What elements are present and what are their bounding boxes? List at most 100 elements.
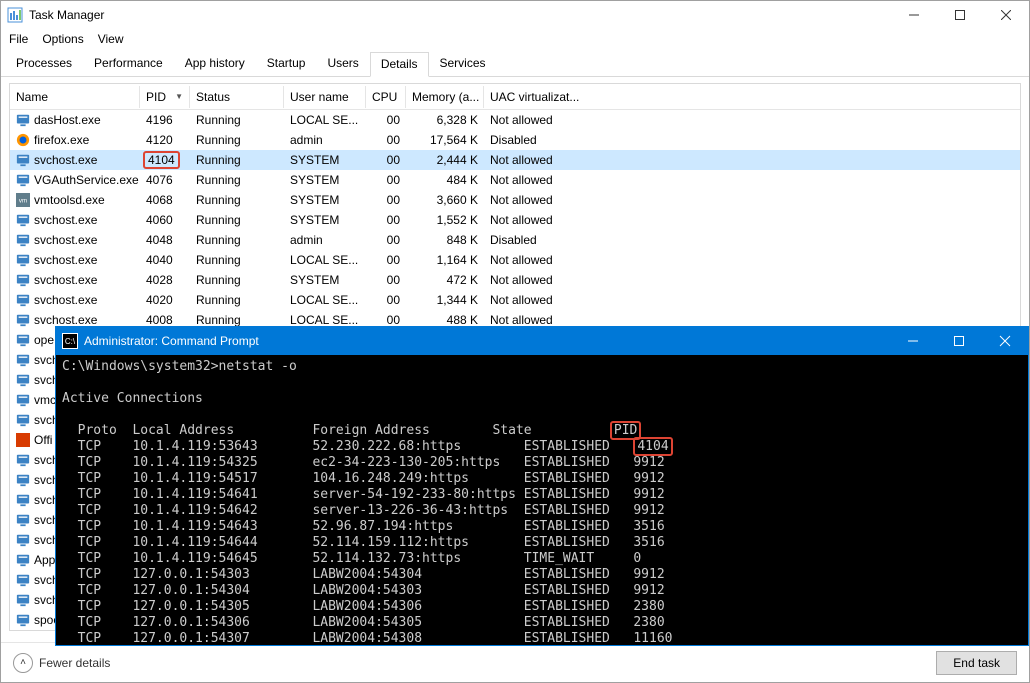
maximize-button[interactable] [937,1,983,29]
end-task-button[interactable]: End task [936,651,1017,675]
tab-processes[interactable]: Processes [5,51,83,76]
process-name: dasHost.exe [34,113,101,127]
process-icon [16,133,30,147]
col-uac[interactable]: UAC virtualizat... [484,86,594,108]
col-cpu[interactable]: CPU [366,86,406,108]
process-name: VGAuthService.exe [34,173,139,187]
process-icon [16,373,30,387]
col-user[interactable]: User name [284,86,366,108]
process-icon [16,593,30,607]
cell-status: Running [190,171,284,189]
cmd-output[interactable]: C:\Windows\system32>netstat -o Active Co… [56,355,1028,651]
tab-performance[interactable]: Performance [83,51,174,76]
cell-cpu: 00 [366,231,406,249]
cell-memory: 3,660 K [406,191,484,209]
process-row[interactable]: svchost.exe4020RunningLOCAL SE...001,344… [10,290,1020,310]
cell-pid: 4028 [140,271,190,289]
col-pid[interactable]: PID▼ [140,86,190,108]
process-name: firefox.exe [34,133,89,147]
process-row[interactable]: svchost.exe4060RunningSYSTEM001,552 KNot… [10,210,1020,230]
cell-user: SYSTEM [284,171,366,189]
process-row[interactable]: svchost.exe4028RunningSYSTEM00472 KNot a… [10,270,1020,290]
process-row[interactable]: svchost.exe4104RunningSYSTEM002,444 KNot… [10,150,1020,170]
process-name: svchost.exe [34,153,97,167]
col-name[interactable]: Name [10,86,140,108]
process-name: App [34,553,55,567]
cmd-minimize-button[interactable] [890,327,936,355]
cell-status: Running [190,111,284,129]
cmd-title: Administrator: Command Prompt [84,334,890,348]
task-manager-icon [7,7,23,23]
cell-pid: 4020 [140,291,190,309]
process-row[interactable]: VGAuthService.exe4076RunningSYSTEM00484 … [10,170,1020,190]
process-name: svchost.exe [34,233,97,247]
process-name: Offi [34,433,52,447]
tab-details[interactable]: Details [370,52,429,77]
cell-cpu: 00 [366,131,406,149]
cell-user: SYSTEM [284,151,366,169]
cell-user: LOCAL SE... [284,291,366,309]
titlebar[interactable]: Task Manager [1,1,1029,29]
cell-pid: 4048 [140,231,190,249]
cell-memory: 6,328 K [406,111,484,129]
process-name: vmtoolsd.exe [34,193,105,207]
cell-pid: 4120 [140,131,190,149]
minimize-button[interactable] [891,1,937,29]
process-icon [16,573,30,587]
process-icon [16,173,30,187]
process-icon [16,433,30,447]
fewer-details-button[interactable]: ˄ Fewer details [13,653,110,673]
cell-cpu: 00 [366,271,406,289]
cell-status: Running [190,191,284,209]
cell-user: admin [284,231,366,249]
tab-app-history[interactable]: App history [174,51,256,76]
process-icon [16,153,30,167]
cell-memory: 848 K [406,231,484,249]
process-row[interactable]: dasHost.exe4196RunningLOCAL SE...006,328… [10,110,1020,130]
close-button[interactable] [983,1,1029,29]
sort-desc-icon: ▼ [175,92,183,101]
cell-memory: 1,164 K [406,251,484,269]
process-icon [16,513,30,527]
process-row[interactable]: svchost.exe4048Runningadmin00848 KDisabl… [10,230,1020,250]
cell-status: Running [190,131,284,149]
cell-user: LOCAL SE... [284,251,366,269]
process-icon [16,273,30,287]
col-status[interactable]: Status [190,86,284,108]
process-row[interactable]: firefox.exe4120Runningadmin0017,564 KDis… [10,130,1020,150]
process-name: svchost.exe [34,313,97,327]
process-icon [16,293,30,307]
cell-status: Running [190,211,284,229]
cmd-maximize-button[interactable] [936,327,982,355]
cell-status: Running [190,231,284,249]
menu-file[interactable]: File [9,32,28,46]
menu-view[interactable]: View [98,32,124,46]
cell-memory: 1,552 K [406,211,484,229]
process-row[interactable]: svchost.exe4040RunningLOCAL SE...001,164… [10,250,1020,270]
cell-cpu: 00 [366,291,406,309]
process-icon [16,353,30,367]
cell-uac: Not allowed [484,151,594,169]
tab-users[interactable]: Users [316,51,369,76]
tab-services[interactable]: Services [429,51,497,76]
cell-uac: Not allowed [484,271,594,289]
cmd-close-button[interactable] [982,327,1028,355]
fewer-details-label: Fewer details [39,656,110,670]
cell-status: Running [190,291,284,309]
process-icon [16,393,30,407]
menu-options[interactable]: Options [42,32,83,46]
process-icon [16,253,30,267]
col-memory[interactable]: Memory (a... [406,86,484,108]
process-icon [16,453,30,467]
cell-pid: 4060 [140,211,190,229]
cell-pid: 4076 [140,171,190,189]
cmd-titlebar[interactable]: C:\ Administrator: Command Prompt [56,327,1028,355]
cell-user: SYSTEM [284,211,366,229]
process-row[interactable]: vmvmtoolsd.exe4068RunningSYSTEM003,660 K… [10,190,1020,210]
process-icon [16,213,30,227]
cell-uac: Not allowed [484,251,594,269]
tabs: ProcessesPerformanceApp historyStartupUs… [1,51,1029,77]
cell-cpu: 00 [366,171,406,189]
tab-startup[interactable]: Startup [256,51,317,76]
cell-memory: 484 K [406,171,484,189]
